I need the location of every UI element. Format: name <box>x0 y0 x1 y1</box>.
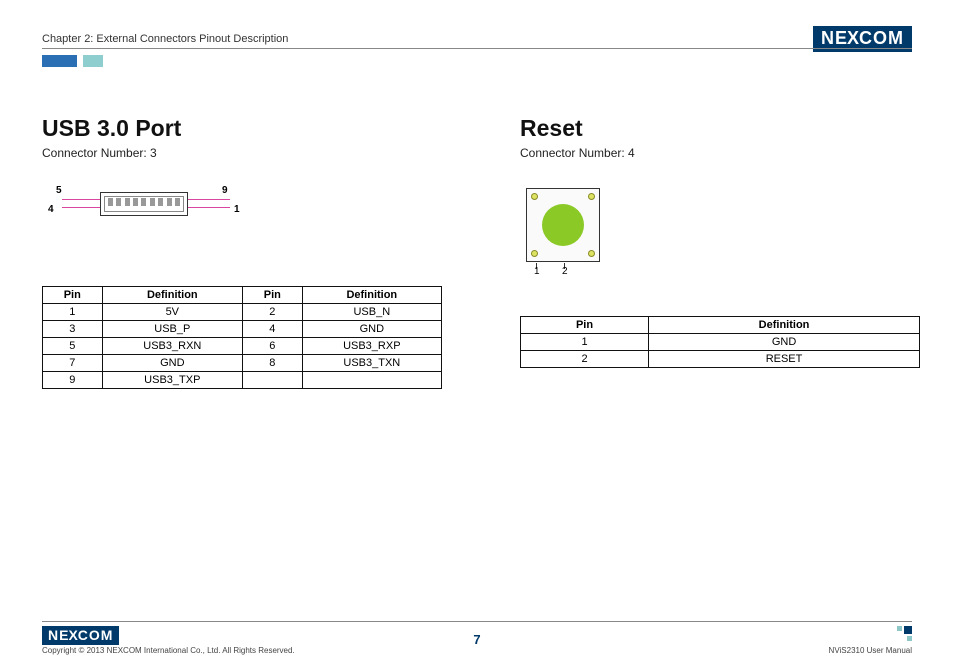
table-row: 3USB_P4GND <box>43 321 442 338</box>
table-row: 7GND8USB3_TXN <box>43 355 442 372</box>
reset-diagram: 1 2 <box>524 186 614 291</box>
table-row: 2RESET <box>521 351 920 368</box>
usb-connector-number: Connector Number: 3 <box>42 146 442 160</box>
table-cell: USB_N <box>302 304 441 321</box>
footer-divider <box>42 621 912 622</box>
table-cell: RESET <box>649 351 920 368</box>
table-cell <box>243 372 303 389</box>
accent-bar-blue <box>42 55 77 67</box>
reset-th-pin: Pin <box>521 317 649 334</box>
usb-th-def-a: Definition <box>102 287 243 304</box>
reset-pinlabel-2: 2 <box>562 266 568 277</box>
usb-pinout-table: Pin Definition Pin Definition 15V2USB_N3… <box>42 286 442 389</box>
copyright: Copyright © 2013 NEXCOM International Co… <box>42 646 295 655</box>
usb-pinlabel-4: 4 <box>48 204 54 215</box>
table-cell: 8 <box>243 355 303 372</box>
table-cell: GND <box>649 334 920 351</box>
usb-pinlabel-9: 9 <box>222 185 228 196</box>
table-cell: 1 <box>43 304 103 321</box>
table-cell: 2 <box>243 304 303 321</box>
header-divider <box>42 48 912 49</box>
table-cell: 3 <box>43 321 103 338</box>
usb-th-def-b: Definition <box>302 287 441 304</box>
table-cell: USB3_RXP <box>302 338 441 355</box>
table-cell: 5V <box>102 304 243 321</box>
usb-pinlabel-5: 5 <box>56 185 62 196</box>
table-cell: GND <box>302 321 441 338</box>
usb-pinlabel-1: 1 <box>234 204 240 215</box>
reset-th-def: Definition <box>649 317 920 334</box>
table-cell: 2 <box>521 351 649 368</box>
table-row: 5USB3_RXN6USB3_RXP <box>43 338 442 355</box>
table-cell: USB3_TXN <box>302 355 441 372</box>
table-row: 1GND <box>521 334 920 351</box>
usb-th-pin-a: Pin <box>43 287 103 304</box>
table-cell: 6 <box>243 338 303 355</box>
accent-bar-teal <box>83 55 103 67</box>
usb-diagram: 4 5 9 1 <box>42 186 242 236</box>
usb-title: USB 3.0 Port <box>42 115 442 142</box>
table-cell: 7 <box>43 355 103 372</box>
manual-name: NViS2310 User Manual <box>829 646 912 655</box>
footer-decoration <box>892 626 912 644</box>
table-row: 15V2USB_N <box>43 304 442 321</box>
table-cell: 5 <box>43 338 103 355</box>
reset-connector-number: Connector Number: 4 <box>520 146 920 160</box>
table-cell: USB_P <box>102 321 243 338</box>
table-cell <box>302 372 441 389</box>
table-cell: USB3_TXP <box>102 372 243 389</box>
page-number: 7 <box>0 632 954 647</box>
table-cell: GND <box>102 355 243 372</box>
reset-pinout-table: Pin Definition 1GND2RESET <box>520 316 920 368</box>
chapter-title: Chapter 2: External Connectors Pinout De… <box>42 33 288 45</box>
table-row: 9USB3_TXP <box>43 372 442 389</box>
reset-pinlabel-1: 1 <box>534 266 540 277</box>
table-cell: 1 <box>521 334 649 351</box>
table-cell: 4 <box>243 321 303 338</box>
table-cell: USB3_RXN <box>102 338 243 355</box>
usb-th-pin-b: Pin <box>243 287 303 304</box>
reset-title: Reset <box>520 115 920 142</box>
table-cell: 9 <box>43 372 103 389</box>
